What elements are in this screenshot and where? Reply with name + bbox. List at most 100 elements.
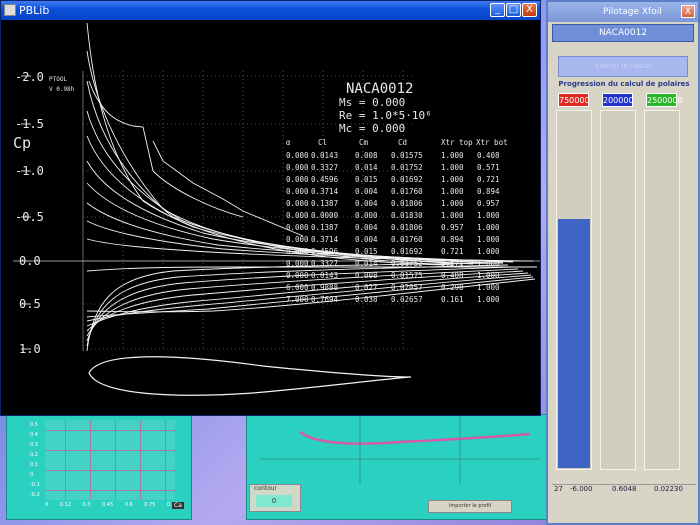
table-cell: 0.01830 — [391, 211, 423, 220]
small-chart-x-tick: 0.75 — [144, 502, 156, 508]
contour-label: contour — [254, 485, 278, 492]
import-profile-button[interactable]: Importer le profil — [428, 500, 512, 513]
table-header-cell: Cm — [359, 138, 369, 147]
small-chart-x-tick: 0.12 — [59, 502, 71, 508]
reynolds-badge-3: 2500000 — [646, 93, 683, 107]
table-cell: 0.000 — [286, 175, 309, 184]
airfoil-name-field[interactable]: NACA0012 — [552, 24, 694, 42]
table-cell: 0.004 — [355, 223, 378, 232]
table-cell: 0.3327 — [311, 163, 338, 172]
table-cell: 0.408 — [477, 151, 500, 160]
small-chart-y-tick: 0.2 — [30, 452, 38, 458]
y-tick-label: -0.5 — [15, 210, 44, 224]
table-cell: 0.4596 — [311, 175, 339, 184]
progress-bar-2 — [600, 110, 636, 470]
small-chart-x-tick: 0.3 — [82, 502, 91, 508]
table-cell: 0.015 — [355, 175, 378, 184]
small-chart-y-tick: 0 — [30, 472, 34, 478]
table-cell: 0.894 — [441, 235, 464, 244]
table-cell: 0.01752 — [391, 163, 423, 172]
status-index: 27 — [554, 485, 563, 493]
small-chart-y-tick: 0.3 — [30, 442, 38, 448]
progress-fill-1 — [558, 219, 590, 468]
progress-label: Progression du calcul de polaires — [558, 80, 690, 88]
airfoil-title: NACA0012 — [346, 81, 413, 97]
table-cell: 0.161 — [441, 295, 464, 304]
status-cl: 0.6048 — [612, 485, 637, 493]
table-cell: 0.01575 — [391, 151, 423, 160]
table-cell: 0.01692 — [391, 247, 423, 256]
small-chart-gridline — [140, 420, 141, 500]
table-header-cell: α — [286, 138, 291, 147]
status-row: 27 -6.000 0.6048 0.02230 — [552, 484, 696, 496]
table-cell: 0.000 — [286, 199, 309, 208]
table-cell: 1.000 — [477, 235, 500, 244]
table-header-cell: Cd — [398, 138, 407, 147]
table-cell: 0.01760 — [391, 187, 423, 196]
control-window-titlebar[interactable]: Pilotage Xfoil X — [548, 2, 698, 22]
table-cell: 0.000 — [286, 235, 309, 244]
cp-curve — [86, 22, 444, 266]
table-cell: 0.571 — [477, 163, 500, 172]
table-cell: 0.000 — [286, 151, 309, 160]
cp-curve — [88, 80, 244, 218]
table-cell: 0.01806 — [391, 199, 423, 208]
small-chart-x-tick: 0 — [45, 502, 49, 508]
table-cell: 0.721 — [441, 247, 464, 256]
table-header-cell: Xtr bot — [476, 138, 508, 147]
table-cell: 0.01806 — [391, 223, 423, 232]
reynolds-badge-2: 200000 — [602, 93, 634, 107]
table-cell: 0.008 — [355, 151, 378, 160]
small-chart-gridline — [65, 420, 66, 500]
table-cell: 1.000 — [477, 295, 500, 304]
y-tick-label: -1.5 — [15, 117, 44, 131]
minimize-button[interactable]: _ — [490, 3, 505, 17]
table-cell: 0.957 — [441, 223, 464, 232]
table-cell: 0.1387 — [311, 199, 338, 208]
progress-bar-3 — [644, 110, 680, 470]
table-cell: 0.004 — [355, 199, 378, 208]
bg-airfoil-contour — [299, 430, 531, 445]
table-cell: 1.000 — [441, 175, 464, 184]
table-cell: 0.000 — [355, 211, 378, 220]
contour-value-field[interactable]: 0 — [256, 495, 292, 507]
small-chart-y-tick: 0.4 — [30, 432, 38, 438]
table-header-cell: Xtr top — [441, 138, 473, 147]
table-cell: 0.0000 — [311, 211, 339, 220]
maximize-button[interactable]: □ — [506, 3, 521, 17]
table-cell: 1.000 — [441, 151, 464, 160]
small-chart-y-ticks: 0.5 0.4 0.3 0.2 0.1 0 -0.1 -0.2 — [30, 420, 40, 500]
control-window-title: Pilotage Xfoil — [603, 7, 662, 17]
close-button[interactable]: X — [522, 3, 537, 17]
table-cell: 0.000 — [286, 211, 309, 220]
small-chart-y-tick: -0.2 — [30, 492, 40, 498]
small-chart-x-tick: 0.6 — [124, 502, 133, 508]
launch-calculation-button[interactable]: Lancer le calcul — [558, 56, 688, 77]
y-tick-label: -2.0 — [15, 70, 44, 84]
mc-line: Mc = 0.000 — [339, 122, 405, 135]
small-chart-y-tick: 0.5 — [30, 422, 38, 428]
table-cell: 1.000 — [441, 187, 464, 196]
table-cell: 1.000 — [477, 211, 500, 220]
main-window-titlebar[interactable]: PBLib _ □ X — [1, 1, 540, 20]
table-cell: 0.004 — [355, 235, 378, 244]
small-chart-y-tick: -0.1 — [30, 482, 40, 488]
table-cell: 1.000 — [477, 247, 500, 256]
cp-plot: -2.0 -1.5 -1.0 -0.5 0.0 0.5 1.0 Cp PTOOL… — [13, 22, 540, 396]
ms-line: Ms = 0.000 — [339, 96, 405, 109]
status-alpha: -6.000 — [570, 485, 593, 493]
bg-airfoil-contour-plot — [260, 414, 540, 484]
control-close-button[interactable]: X — [681, 5, 695, 18]
table-cell: 0.3714 — [311, 187, 339, 196]
y-tick-label: 0.5 — [19, 297, 41, 311]
re-line: Re = 1.0*5·10⁶ — [339, 109, 432, 122]
table-cell: 6.000 — [286, 283, 309, 292]
small-label-1: PTOOL — [49, 76, 67, 83]
table-cell: 0.01692 — [391, 175, 423, 184]
cp-curve — [86, 276, 534, 318]
table-cell: 0.01760 — [391, 235, 423, 244]
table-cell: 1.000 — [441, 163, 464, 172]
table-cell: 1.000 — [477, 223, 500, 232]
table-header: α Cl Cm Cd Xtr top Xtr bot — [286, 138, 508, 147]
table-cell: 0.000 — [286, 163, 309, 172]
